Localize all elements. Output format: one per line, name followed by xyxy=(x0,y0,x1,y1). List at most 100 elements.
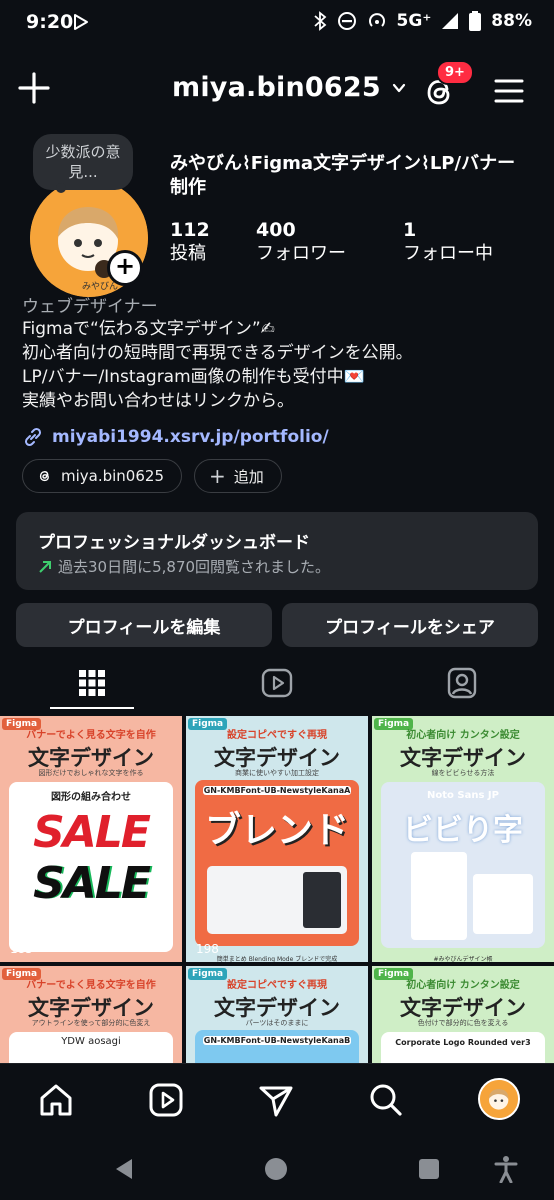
display-name: みやびん⌇Figma文字デザイン⌇LP/バナー制作 xyxy=(170,153,516,198)
grid-icon xyxy=(79,670,105,696)
stat-posts[interactable]: 112 投稿 xyxy=(170,218,210,266)
profile-link[interactable]: miyabi1994.xsrv.jp/portfolio/ xyxy=(22,426,329,448)
nav-profile-avatar[interactable] xyxy=(478,1078,520,1120)
art-top: SALE xyxy=(33,807,151,858)
figma-panel xyxy=(207,866,347,934)
threads-chip[interactable]: miya.bin0625 xyxy=(22,459,182,493)
post-subtitle: 線をビビらせる方法 xyxy=(431,769,495,777)
battery-icon xyxy=(469,11,482,31)
battery-percent: 88% xyxy=(491,11,532,31)
profile-header: miya.bin0625 9+ xyxy=(0,58,554,122)
professional-dashboard[interactable]: プロフェッショナルダッシュボード 過去30日間に5,870回閲覧されました。 xyxy=(16,512,538,590)
post-subtitle: 商業に使いやすい加工設定 xyxy=(235,769,319,777)
send-icon xyxy=(259,1086,293,1117)
reels-icon xyxy=(261,668,293,698)
link-icon xyxy=(22,426,44,448)
post-tile[interactable]: Figma 初心者向け カンタン設定 文字デザイン 色付けで部分的に色を変える … xyxy=(372,966,554,1063)
stat-followers[interactable]: 400 フォロワー xyxy=(256,218,346,266)
post-headline: バナーでよく見る文字を自作 xyxy=(26,980,156,991)
add-chip[interactable]: + 追加 xyxy=(194,459,282,493)
play-store-icon xyxy=(72,13,90,31)
followers-label: フォロワー xyxy=(256,243,346,264)
status-time: 9:20 xyxy=(26,11,74,33)
post-headline: バナーでよく見る文字を自作 xyxy=(26,730,156,741)
account-switcher[interactable]: miya.bin0625 xyxy=(172,72,407,103)
dashboard-subtitle: 過去30日間に5,870回閲覧されました。 xyxy=(58,558,331,576)
post-subtitle: 色付けで部分的に色を変える xyxy=(417,1019,509,1027)
status-bar: 9:20 5G⁺ 88% xyxy=(0,0,554,46)
plus-icon: + xyxy=(209,464,226,488)
home-circle-icon[interactable] xyxy=(264,1157,288,1181)
post-card: GN-KMBFont-UB-NewstyleKanaB xyxy=(195,1030,359,1063)
post-tile[interactable]: Figma 設定コピペですぐ再現 文字デザイン パーツはそのままに GN-KMB… xyxy=(186,966,368,1063)
dashboard-subtitle-row: 過去30日間に5,870回閲覧されました。 xyxy=(38,556,330,577)
card-title: Corporate Logo Rounded ver3 xyxy=(395,1038,531,1047)
post-tile[interactable]: Figma 設定コピペですぐ再現 文字デザイン 商業に使いやすい加工設定 GN-… xyxy=(186,716,368,962)
view-count: 185 xyxy=(10,942,33,956)
nav-reels[interactable] xyxy=(146,1080,186,1120)
search-icon xyxy=(370,1084,402,1116)
post-tile[interactable]: Figma バナーでよく見る文字を自作 文字デザイン アウトラインを使って部分的… xyxy=(0,966,182,1063)
art-top: ブレンド xyxy=(204,810,349,851)
post-card: GN-KMBFont-UB-NewstyleKanaA ブレンド xyxy=(195,780,359,946)
post-footnote: 簡単まとめ Blending Mode ブレンドで完成 xyxy=(216,956,338,962)
svg-text:みやびん: みやびん xyxy=(82,281,118,292)
card-title: YDW aosagi xyxy=(61,1036,121,1047)
post-tile[interactable]: Figma バナーでよく見る文字を自作 文字デザイン 図形だけでおしゃれな文字を… xyxy=(0,716,182,962)
profile-note[interactable]: 少数派の意見... xyxy=(33,134,133,190)
notification-badge: 9+ xyxy=(436,60,474,85)
back-icon[interactable] xyxy=(112,1157,136,1181)
signal-icon xyxy=(441,12,459,30)
post-card: Corporate Logo Rounded ver3 xyxy=(381,1032,545,1063)
hotspot-icon xyxy=(367,11,387,31)
post-subtitle: 図形だけでおしゃれな文字を作る xyxy=(38,769,144,777)
threads-chip-label: miya.bin0625 xyxy=(61,467,164,485)
post-card: 図形の組み合わせ SALE SALE xyxy=(9,782,173,952)
accessibility-icon[interactable] xyxy=(494,1155,518,1183)
post-subtitle: パーツはそのままに xyxy=(245,1019,309,1027)
nav-home[interactable] xyxy=(36,1080,76,1120)
edit-profile-button[interactable]: プロフィールを編集 xyxy=(16,603,272,647)
menu-button[interactable] xyxy=(492,74,526,108)
post-headline: 設定コピペですぐ再現 xyxy=(227,730,327,741)
profile-bio: Figmaで“伝わる文字デザイン”✍ 初心者向けの短時間で再現できるデザインを公… xyxy=(22,319,413,411)
trend-up-icon xyxy=(38,560,52,574)
tab-tagged[interactable] xyxy=(370,656,554,710)
posts-count: 112 xyxy=(170,219,210,241)
art-top: ビビり字 xyxy=(403,813,523,848)
post-tile[interactable]: Figma 初心者向け カンタン設定 文字デザイン 線をビビらせる方法 Noto… xyxy=(372,716,554,962)
tagged-icon xyxy=(447,667,477,699)
post-footnote: #みやびんデザイン帳 xyxy=(433,956,493,962)
stat-following[interactable]: 1 フォロー中 xyxy=(403,218,493,266)
add-story-button[interactable]: + xyxy=(107,250,143,286)
post-headline: 初心者向け カンタン設定 xyxy=(406,980,520,991)
post-headline: 初心者向け カンタン設定 xyxy=(406,730,520,741)
do-not-disturb-icon xyxy=(337,11,357,31)
nav-search[interactable] xyxy=(366,1080,406,1120)
reels-icon xyxy=(149,1083,183,1117)
system-navigation xyxy=(0,1137,554,1200)
nav-messages[interactable] xyxy=(256,1080,296,1120)
note-tail xyxy=(56,183,66,193)
recents-icon[interactable] xyxy=(418,1158,440,1180)
bluetooth-icon xyxy=(313,11,327,31)
add-chip-label: 追加 xyxy=(233,467,264,486)
active-tab-indicator xyxy=(50,707,134,709)
post-card: Noto Sans JP ビビり字 xyxy=(381,782,545,948)
create-button[interactable] xyxy=(16,70,52,106)
post-grid: Figma バナーでよく見る文字を自作 文字デザイン 図形だけでおしゃれな文字を… xyxy=(0,716,554,1063)
network-label: 5G⁺ xyxy=(396,11,432,31)
posts-label: 投稿 xyxy=(170,243,206,264)
tab-reels[interactable] xyxy=(185,656,369,710)
chevron-down-icon xyxy=(391,80,407,96)
link-text: miyabi1994.xsrv.jp/portfolio/ xyxy=(52,427,329,447)
share-profile-button[interactable]: プロフィールをシェア xyxy=(282,603,538,647)
post-card: YDW aosagi xyxy=(9,1032,173,1063)
profile-category: ウェブデザイナー xyxy=(22,297,158,317)
tab-grid[interactable] xyxy=(0,656,184,710)
profile-tabs xyxy=(0,656,554,710)
username: miya.bin0625 xyxy=(172,72,381,103)
card-title: GN-KMBFont-UB-NewstyleKanaB xyxy=(203,1036,351,1045)
bottom-navigation xyxy=(0,1063,554,1138)
card-title: GN-KMBFont-UB-NewstyleKanaA xyxy=(203,786,351,795)
